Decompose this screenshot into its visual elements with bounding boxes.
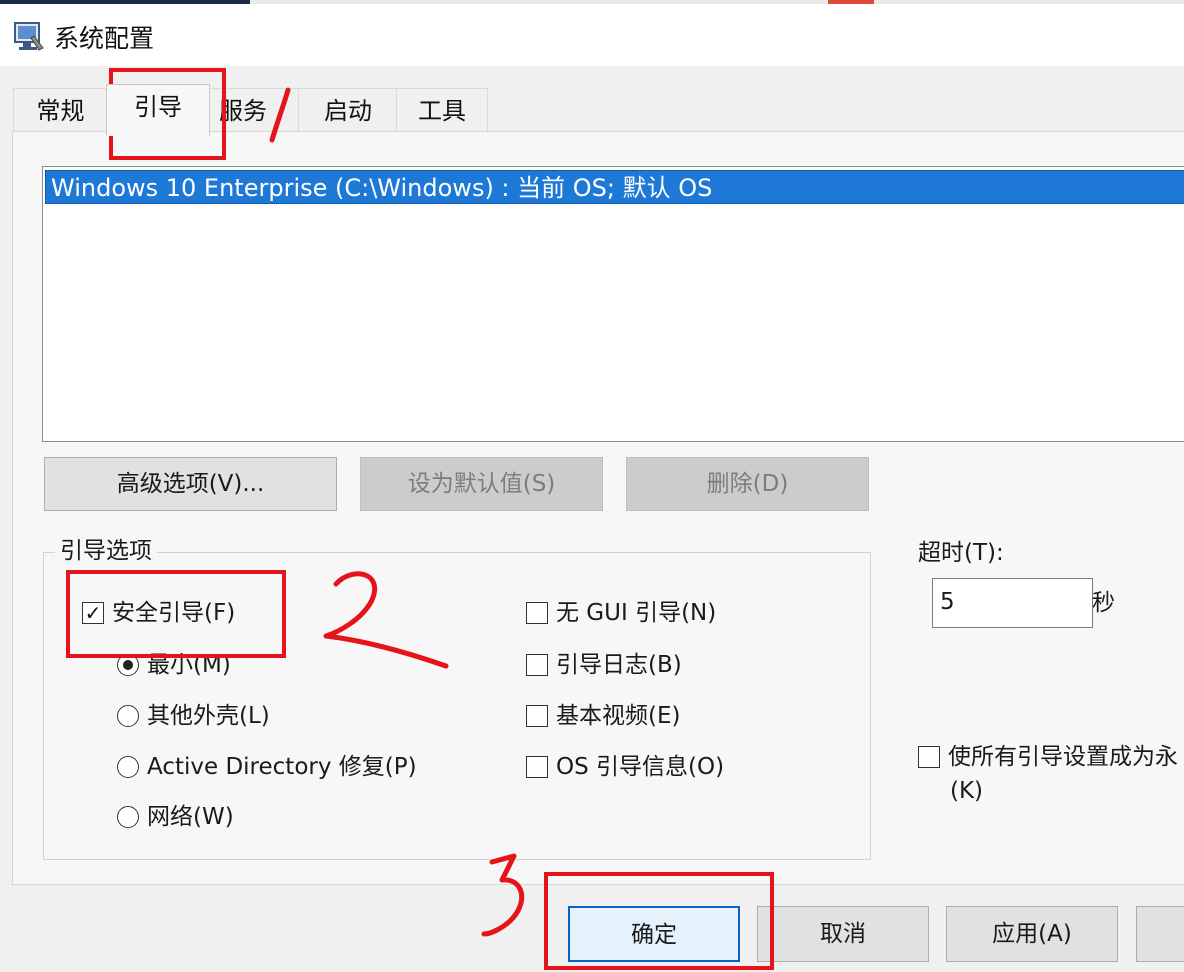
timeout-input[interactable]: 5: [932, 578, 1093, 628]
help-button[interactable]: [1136, 906, 1184, 962]
delete-button[interactable]: 删除(D): [626, 457, 869, 511]
safe-boot-label: 安全引导(F): [112, 600, 236, 626]
alternate-shell-radio[interactable]: 其他外壳(L): [117, 701, 270, 731]
minimal-label: 最小(M): [147, 652, 231, 678]
os-boot-info-label: OS 引导信息(O): [556, 754, 725, 780]
radio-icon[interactable]: [117, 756, 139, 778]
boot-log-checkbox[interactable]: 引导日志(B): [526, 650, 682, 680]
base-video-checkbox[interactable]: 基本视频(E): [526, 701, 680, 731]
msconfig-window-icon: [12, 20, 46, 54]
timeout-unit-label: 秒: [1092, 590, 1115, 616]
no-gui-boot-label: 无 GUI 引导(N): [556, 600, 717, 626]
advanced-options-button[interactable]: 高级选项(V)...: [44, 457, 337, 511]
tab-tools[interactable]: 工具: [396, 88, 488, 132]
apply-button[interactable]: 应用(A): [946, 906, 1118, 962]
checkbox-icon[interactable]: [918, 746, 940, 768]
tab-services[interactable]: 服务: [208, 88, 300, 132]
alternate-shell-label: 其他外壳(L): [147, 703, 270, 729]
make-permanent-label-line2: (K): [950, 778, 984, 804]
os-boot-info-checkbox[interactable]: OS 引导信息(O): [526, 752, 724, 782]
os-list-item[interactable]: Windows 10 Enterprise (C:\Windows) : 当前 …: [45, 170, 1184, 204]
boot-log-label: 引导日志(B): [556, 652, 682, 678]
minimal-radio[interactable]: 最小(M): [117, 650, 231, 680]
checkbox-icon[interactable]: [526, 602, 548, 624]
make-permanent-checkbox[interactable]: 使所有引导设置成为永: [918, 742, 1178, 772]
no-gui-boot-checkbox[interactable]: 无 GUI 引导(N): [526, 598, 716, 628]
network-radio[interactable]: 网络(W): [117, 802, 234, 832]
radio-selected-icon[interactable]: [117, 654, 139, 676]
timeout-label: 超时(T):: [918, 540, 1004, 566]
boot-options-title: 引导选项: [55, 536, 157, 566]
tab-boot[interactable]: 引导: [106, 84, 210, 136]
make-permanent-label: 使所有引导设置成为永: [948, 744, 1178, 770]
ok-button[interactable]: 确定: [568, 906, 740, 962]
radio-icon[interactable]: [117, 705, 139, 727]
window-title: 系统配置: [54, 24, 155, 53]
radio-icon[interactable]: [117, 806, 139, 828]
checkbox-icon[interactable]: [526, 756, 548, 778]
ad-repair-radio[interactable]: Active Directory 修复(P): [117, 752, 417, 782]
ad-repair-label: Active Directory 修复(P): [147, 754, 417, 780]
tab-startup[interactable]: 启动: [298, 88, 398, 132]
checkbox-checked-icon[interactable]: ✓: [82, 602, 104, 624]
safe-boot-checkbox[interactable]: ✓ 安全引导(F): [82, 598, 235, 628]
cancel-button[interactable]: 取消: [757, 906, 929, 962]
tab-general[interactable]: 常规: [13, 88, 108, 132]
checkbox-icon[interactable]: [526, 654, 548, 676]
os-list[interactable]: [42, 166, 1184, 442]
base-video-label: 基本视频(E): [556, 703, 681, 729]
network-label: 网络(W): [147, 804, 234, 830]
set-default-button[interactable]: 设为默认值(S): [360, 457, 603, 511]
title-bar[interactable]: 系统配置: [0, 4, 1184, 66]
checkbox-icon[interactable]: [526, 705, 548, 727]
